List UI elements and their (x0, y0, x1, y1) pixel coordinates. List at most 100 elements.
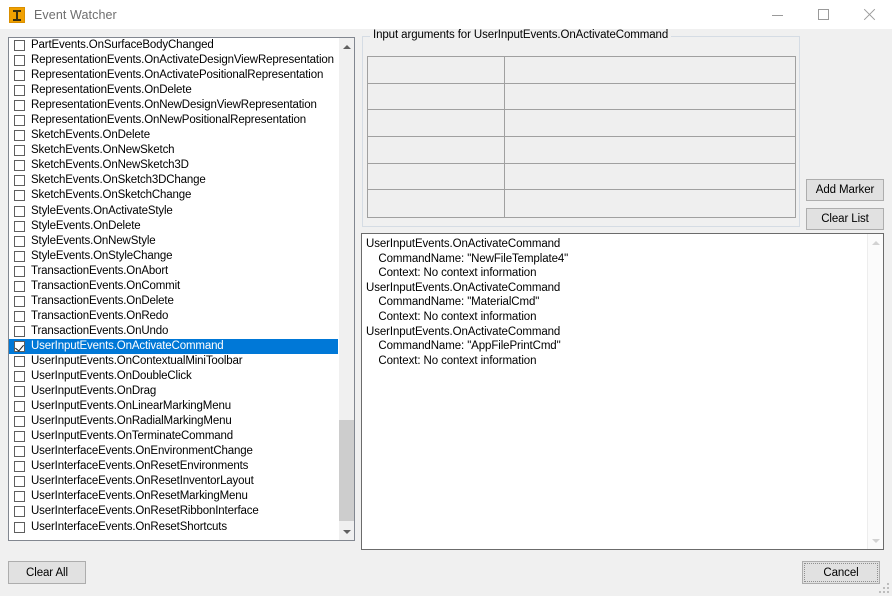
event-list-item[interactable]: UserInputEvents.OnDrag (9, 384, 339, 399)
checkbox-icon[interactable] (14, 356, 25, 367)
checkbox-icon[interactable] (14, 190, 25, 202)
event-list-item[interactable]: UserInputEvents.OnActivateCommand (9, 338, 339, 354)
checkbox-icon[interactable] (14, 295, 25, 307)
resize-grip-icon[interactable] (877, 581, 889, 593)
checkbox-icon[interactable] (14, 371, 25, 383)
event-list-item[interactable]: TransactionEvents.OnUndo (9, 324, 339, 339)
input-argument-name-cell[interactable] (368, 110, 505, 137)
input-argument-name-cell[interactable] (368, 163, 505, 190)
input-argument-row[interactable] (368, 110, 795, 138)
event-list-item[interactable]: UserInterfaceEvents.OnResetInventorLayou… (9, 474, 339, 489)
event-list-item[interactable]: UserInterfaceEvents.OnResetEnvironments (9, 459, 339, 474)
input-argument-value-cell[interactable] (505, 57, 795, 83)
input-arguments-grid[interactable] (367, 56, 796, 218)
checkbox-icon[interactable] (14, 70, 25, 82)
event-list-item[interactable]: UserInputEvents.OnTerminateCommand (9, 429, 339, 444)
checkbox-icon[interactable] (14, 205, 25, 217)
input-argument-row[interactable] (368, 137, 795, 164)
checkbox-icon[interactable] (14, 115, 25, 127)
checkbox-icon[interactable] (14, 55, 25, 67)
input-argument-row[interactable] (368, 83, 795, 111)
checkbox-icon[interactable] (14, 386, 25, 398)
input-argument-value-cell[interactable] (505, 137, 795, 163)
event-list-scrollbar[interactable] (338, 38, 354, 540)
input-argument-value-cell[interactable] (505, 190, 795, 217)
checkbox-icon[interactable] (14, 145, 25, 157)
input-argument-value-cell[interactable] (505, 164, 795, 190)
checkbox-icon[interactable] (14, 310, 25, 322)
checkbox-icon[interactable] (14, 401, 25, 413)
event-list-item[interactable]: StyleEvents.OnDelete (9, 219, 339, 234)
input-argument-name-cell[interactable] (368, 57, 505, 83)
event-list-item[interactable]: StyleEvents.OnStyleChange (9, 249, 339, 264)
event-list-item[interactable]: SketchEvents.OnNewSketch3D (9, 158, 339, 173)
scroll-down-button[interactable] (339, 523, 354, 540)
event-list-item[interactable]: UserInterfaceEvents.OnEnvironmentChange (9, 444, 339, 459)
checkbox-icon[interactable] (14, 506, 25, 518)
checkbox-icon[interactable] (14, 235, 25, 247)
checkbox-icon[interactable] (14, 280, 25, 292)
checkbox-icon[interactable] (14, 130, 25, 142)
checkbox-icon[interactable] (14, 491, 25, 503)
checkbox-icon[interactable] (14, 85, 25, 97)
event-list-item[interactable]: TransactionEvents.OnRedo (9, 309, 339, 324)
event-list-item[interactable]: TransactionEvents.OnDelete (9, 294, 339, 309)
checkbox-icon[interactable] (14, 160, 25, 172)
checkbox-icon[interactable] (14, 40, 25, 52)
scroll-up-button[interactable] (339, 38, 354, 55)
event-list-item[interactable]: UserInputEvents.OnDoubleClick (9, 369, 339, 384)
event-list-items[interactable]: PartEvents.OnSurfaceBodyChanged Represent… (9, 38, 339, 540)
input-argument-row[interactable] (368, 57, 795, 84)
input-argument-value-cell[interactable] (505, 84, 795, 110)
event-list-item[interactable]: SketchEvents.OnNewSketch (9, 143, 339, 158)
event-list-item[interactable]: RepresentationEvents.OnActivatePositiona… (9, 68, 339, 83)
cancel-button[interactable]: Cancel (802, 561, 880, 584)
event-list-item[interactable]: UserInputEvents.OnRadialMarkingMenu (9, 414, 339, 429)
checkbox-icon[interactable] (14, 175, 25, 187)
checkbox-icon[interactable] (14, 521, 25, 533)
checkbox-icon[interactable] (14, 416, 25, 428)
input-argument-name-cell[interactable] (368, 83, 505, 110)
input-argument-row[interactable] (368, 190, 795, 217)
event-list-item[interactable]: StyleEvents.OnActivateStyle (9, 204, 339, 219)
maximize-button[interactable] (800, 0, 846, 29)
event-list-item[interactable]: PartEvents.OnSurfaceBodyChanged (9, 38, 339, 53)
checkbox-icon[interactable] (14, 476, 25, 488)
input-argument-value-cell[interactable] (505, 110, 795, 136)
checkbox-icon[interactable] (14, 100, 25, 112)
event-list-item[interactable]: RepresentationEvents.OnNewDesignViewRepr… (9, 98, 339, 113)
clear-list-button[interactable]: Clear List (806, 208, 884, 230)
event-list-item[interactable]: TransactionEvents.OnCommit (9, 279, 339, 294)
event-list-item[interactable]: UserInterfaceEvents.OnResetMarkingMenu (9, 489, 339, 504)
checkbox-icon[interactable] (14, 265, 25, 277)
input-argument-row[interactable] (368, 163, 795, 191)
event-list-item[interactable]: UserInputEvents.OnLinearMarkingMenu (9, 399, 339, 414)
event-list-item[interactable]: SketchEvents.OnDelete (9, 128, 339, 143)
event-log-panel[interactable]: UserInputEvents.OnActivateCommand Comman… (361, 233, 884, 550)
minimize-button[interactable] (754, 0, 800, 29)
scrollbar-thumb[interactable] (339, 420, 354, 521)
checkbox-icon[interactable] (14, 431, 25, 443)
event-list-item[interactable]: RepresentationEvents.OnDelete (9, 83, 339, 98)
close-button[interactable] (846, 0, 892, 29)
log-scroll-down-button[interactable] (868, 532, 883, 549)
checkbox-checked-icon[interactable] (14, 340, 25, 352)
add-marker-button[interactable]: Add Marker (806, 179, 884, 201)
input-argument-name-cell[interactable] (368, 137, 505, 163)
event-list-item[interactable]: RepresentationEvents.OnActivateDesignVie… (9, 53, 339, 68)
event-list-item[interactable]: UserInputEvents.OnContextualMiniToolbar (9, 354, 339, 369)
event-list-box[interactable]: PartEvents.OnSurfaceBodyChanged Represent… (8, 37, 355, 541)
checkbox-icon[interactable] (14, 220, 25, 232)
event-list-item[interactable]: UserInterfaceEvents.OnResetShortcuts (9, 520, 339, 535)
event-list-item[interactable]: TransactionEvents.OnAbort (9, 264, 339, 279)
input-argument-name-cell[interactable] (368, 190, 505, 217)
checkbox-icon[interactable] (14, 461, 25, 473)
event-list-item[interactable]: RepresentationEvents.OnNewPositionalRepr… (9, 113, 339, 128)
event-list-item[interactable]: UserInterfaceEvents.OnResetRibbonInterfa… (9, 504, 339, 519)
checkbox-icon[interactable] (14, 250, 25, 262)
checkbox-icon[interactable] (14, 446, 25, 458)
event-log-scrollbar[interactable] (867, 234, 883, 549)
log-scroll-up-button[interactable] (868, 234, 883, 251)
checkbox-icon[interactable] (14, 325, 25, 337)
event-list-item[interactable]: SketchEvents.OnSketch3DChange (9, 173, 339, 188)
